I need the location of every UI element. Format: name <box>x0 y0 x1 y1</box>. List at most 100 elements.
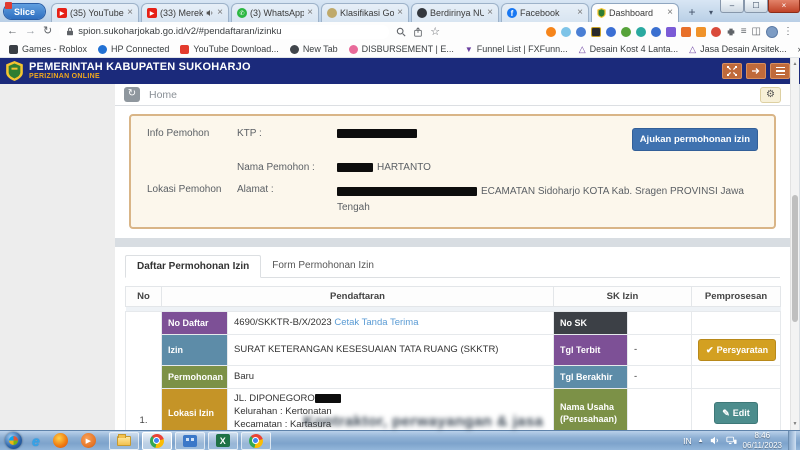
alamat-value: ECAMATAN Sidoharjo KOTA Kab. Sragen PROV… <box>337 184 758 215</box>
sukoharjo-crest-icon <box>6 61 23 81</box>
extension-icons: ≡ ◫ ⋮ <box>546 26 793 38</box>
slice-label: Slice <box>14 7 35 17</box>
tab-audio-icon[interactable] <box>206 9 214 17</box>
windows-taskbar: e ▶ X IN ▲ 8:46 06/11/2023 <box>0 430 800 450</box>
bookmark-desain-kost[interactable]: △ Desain Kost 4 Lanta... <box>579 44 678 55</box>
bookmark-star-icon[interactable]: ☆ <box>430 25 440 38</box>
bookmark-jasa-desain[interactable]: △ Jasa Desain Arsitek... <box>689 44 786 55</box>
tab-search-chevron-icon[interactable]: ▾ <box>703 4 719 20</box>
side-panel-icon[interactable]: ◫ <box>752 26 761 37</box>
tab-daftar-permohonan[interactable]: Daftar Permohonan Izin <box>125 255 261 278</box>
bookmark-new-tab[interactable]: New Tab <box>290 44 338 54</box>
logout-button[interactable] <box>746 63 766 79</box>
bag-extension-icon[interactable] <box>681 27 691 37</box>
clock-time: 8:46 <box>743 431 782 441</box>
taskbar-clock[interactable]: 8:46 06/11/2023 <box>743 431 782 450</box>
tab-close-icon[interactable]: × <box>577 8 583 18</box>
tab-close-icon[interactable]: × <box>217 8 223 18</box>
red-extension-icon[interactable] <box>711 27 721 37</box>
browser-tab-youtube[interactable]: ▶ (35) YouTube × <box>51 3 139 22</box>
tab-close-icon[interactable]: × <box>397 8 403 18</box>
blue-circle-extension-icon[interactable] <box>576 27 586 37</box>
share-icon[interactable] <box>413 27 423 37</box>
tab-close-icon[interactable]: × <box>487 8 493 18</box>
forward-icon[interactable]: → <box>25 26 36 37</box>
new-tab-button[interactable]: + <box>683 4 701 20</box>
close-button[interactable]: × <box>768 0 800 13</box>
taskbar-chrome-active[interactable] <box>142 432 172 450</box>
edit-button[interactable]: ✎Edit <box>714 402 758 424</box>
browser-tab-klasifikasi[interactable]: Klasifikasi Golon × <box>321 3 409 22</box>
scroll-down-icon[interactable]: ▼ <box>791 421 799 427</box>
tgl-berakhir-value: - <box>628 366 692 389</box>
tab-close-icon[interactable]: × <box>307 8 313 18</box>
extensions-puzzle-icon[interactable] <box>726 27 736 37</box>
browser-tab-whatsapp[interactable]: ✆ (3) WhatsApp × <box>231 3 319 22</box>
permit-table: No Pendaftaran SK Izin Pemprosesan 1. No… <box>125 286 781 430</box>
settings-gear-button[interactable]: ⚙ <box>760 87 781 103</box>
page-favicon-icon <box>327 8 337 18</box>
tab-close-icon[interactable]: × <box>127 8 133 18</box>
network-icon[interactable] <box>726 436 737 445</box>
taskbar-internet-explorer[interactable]: e <box>32 433 40 449</box>
browser-tab-berdirinya[interactable]: Berdirinya NU | × <box>411 3 499 22</box>
address-bar[interactable]: spion.sukoharjokab.go.id/v2/#pendaftaran… <box>59 25 389 39</box>
gear-extension-icon[interactable] <box>651 27 661 37</box>
bookmark-roblox[interactable]: Games - Roblox <box>9 44 87 54</box>
bookmark-disbursement[interactable]: DISBURSEMENT | E... <box>349 44 454 54</box>
purple-extension-icon[interactable] <box>666 27 676 37</box>
metamask-icon[interactable] <box>546 27 556 37</box>
cetak-tanda-terima-link[interactable]: Cetak Tanda Terima <box>334 317 418 328</box>
raindrop-icon[interactable] <box>561 27 571 37</box>
reading-list-icon[interactable]: ≡ <box>741 26 747 37</box>
shield-extension-icon[interactable] <box>606 27 616 37</box>
download-arrow-extension-icon[interactable] <box>621 27 631 37</box>
show-desktop-button[interactable] <box>788 431 796 450</box>
scroll-up-icon[interactable]: ▲ <box>791 61 799 67</box>
scrollbar-thumb[interactable] <box>792 195 798 322</box>
taskbar-firefox[interactable] <box>53 433 68 448</box>
bookmark-label: New Tab <box>303 44 338 54</box>
bookmark-funnel-list[interactable]: ▼ Funnel List | FXFunn... <box>465 44 568 54</box>
profile-avatar[interactable] <box>766 26 778 38</box>
zoom-icon[interactable] <box>396 27 406 37</box>
orange-8-extension-icon[interactable] <box>696 27 706 37</box>
tab-close-icon[interactable]: × <box>667 8 673 18</box>
facebook-favicon-icon: f <box>507 8 517 18</box>
taskbar-excel[interactable]: X <box>208 432 238 450</box>
bookmark-youtube-download[interactable]: YouTube Download... <box>180 44 278 54</box>
vertical-scrollbar[interactable]: ▲ ▼ <box>790 58 799 430</box>
lock-extension-icon[interactable] <box>636 27 646 37</box>
language-indicator[interactable]: IN <box>683 436 692 446</box>
breadcrumb[interactable]: Home <box>149 89 177 101</box>
shield-favicon-icon <box>597 8 606 18</box>
taskbar-media-player[interactable]: ▶ <box>81 433 96 448</box>
maximize-button[interactable]: ☐ <box>744 0 768 13</box>
taskbar-remote-app[interactable] <box>175 432 205 450</box>
tab-form-permohonan[interactable]: Form Permohonan Izin <box>261 255 385 278</box>
tray-expand-icon[interactable]: ▲ <box>698 438 704 444</box>
nama-pemohon-value: HARTANTO <box>337 162 646 173</box>
persyaratan-button[interactable]: ✔Persyaratan <box>698 339 776 361</box>
volume-icon[interactable] <box>710 436 720 445</box>
reload-icon[interactable]: ↻ <box>43 26 52 37</box>
ktp-label: KTP : <box>237 128 337 139</box>
taskbar-explorer[interactable] <box>109 432 139 450</box>
browser-tab-mereka[interactable]: ▶ (33) Mereka × <box>141 3 229 22</box>
taskbar-chrome-2[interactable] <box>241 432 271 450</box>
browser-tab-dashboard-active[interactable]: Dashboard × <box>591 3 679 22</box>
slice-extension-button[interactable]: Slice <box>4 4 45 19</box>
refresh-button[interactable]: ↻ <box>124 87 140 102</box>
ajukan-permohonan-button[interactable]: Ajukan permohonan izin <box>632 128 758 151</box>
browser-tab-facebook[interactable]: f Facebook × <box>501 3 589 22</box>
back-icon[interactable]: ← <box>7 26 18 37</box>
dark-gold-extension-icon[interactable] <box>591 27 601 37</box>
menu-button[interactable] <box>770 63 790 79</box>
bookmark-label: YouTube Download... <box>193 44 278 54</box>
fullscreen-button[interactable] <box>722 63 742 79</box>
lock-icon[interactable] <box>66 27 74 36</box>
kebab-menu-icon[interactable]: ⋮ <box>783 26 793 37</box>
bookmark-hp-connected[interactable]: HP Connected <box>98 44 169 54</box>
minimize-button[interactable]: – <box>720 0 744 13</box>
start-button[interactable] <box>5 432 22 449</box>
